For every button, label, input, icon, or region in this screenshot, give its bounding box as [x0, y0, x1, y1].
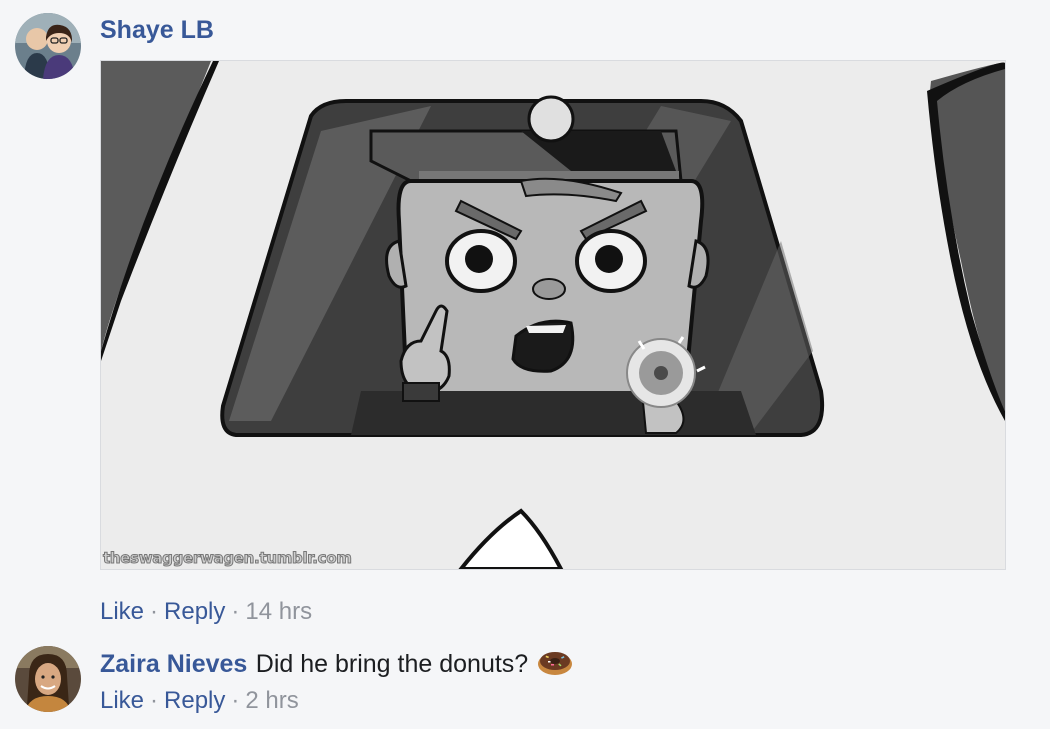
- comment-author[interactable]: Shaye LB: [100, 16, 214, 45]
- comment-timestamp[interactable]: 2 hrs: [245, 687, 298, 714]
- comment-timestamp[interactable]: 14 hrs: [245, 598, 312, 625]
- comment-gif[interactable]: theswaggerwagen.tumblr.com: [100, 60, 1006, 570]
- donut-icon: [537, 652, 572, 675]
- separator: ·: [231, 598, 240, 625]
- like-button[interactable]: Like: [100, 687, 144, 714]
- comment-zaira: Zaira Nieves Did he bring the donuts? Li…: [0, 640, 1050, 729]
- separator: ·: [150, 687, 159, 714]
- comment-shaye: Shaye LB theswaggerwagen.tumblr.com Like…: [0, 0, 1050, 640]
- comment-author[interactable]: Zaira Nieves: [100, 650, 247, 678]
- avatar-photo: [15, 13, 81, 79]
- comment-actions: Like · Reply · 14 hrs: [100, 598, 312, 626]
- gif-image: [101, 61, 1005, 569]
- gif-watermark: theswaggerwagen.tumblr.com: [103, 549, 353, 568]
- separator: ·: [150, 598, 159, 625]
- reply-button[interactable]: Reply: [164, 687, 225, 714]
- comment-line: Zaira Nieves Did he bring the donuts?: [100, 648, 573, 679]
- avatar[interactable]: [15, 13, 81, 79]
- like-button[interactable]: Like: [100, 598, 144, 625]
- avatar[interactable]: [15, 646, 81, 712]
- comment-actions: Like · Reply · 2 hrs: [100, 687, 299, 715]
- separator: ·: [231, 687, 240, 714]
- reply-button[interactable]: Reply: [164, 598, 225, 625]
- comment-text: Did he bring the donuts?: [255, 650, 529, 678]
- avatar-photo: [15, 646, 81, 712]
